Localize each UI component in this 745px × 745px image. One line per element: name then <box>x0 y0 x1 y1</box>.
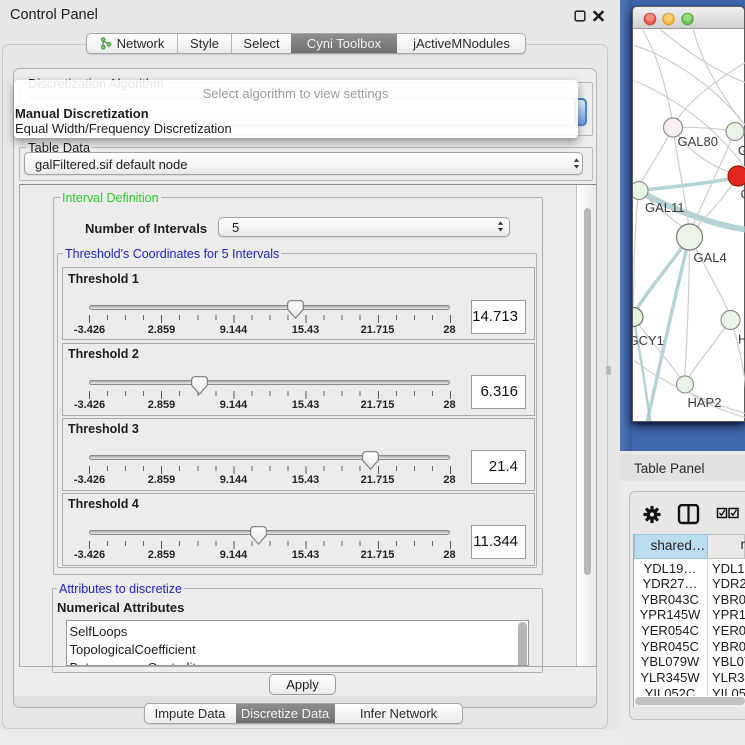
svg-text:GAL2: GAL2 <box>738 143 745 158</box>
svg-text:GAL4: GAL4 <box>693 250 726 265</box>
svg-text:HAP2: HAP2 <box>687 395 721 410</box>
svg-text:GAL80: GAL80 <box>677 134 717 149</box>
svg-text:GCY1: GCY1 <box>633 333 664 348</box>
svg-text:H: H <box>738 331 745 346</box>
svg-text:GAL11: GAL11 <box>645 200 685 215</box>
svg-text:C: C <box>740 186 745 201</box>
